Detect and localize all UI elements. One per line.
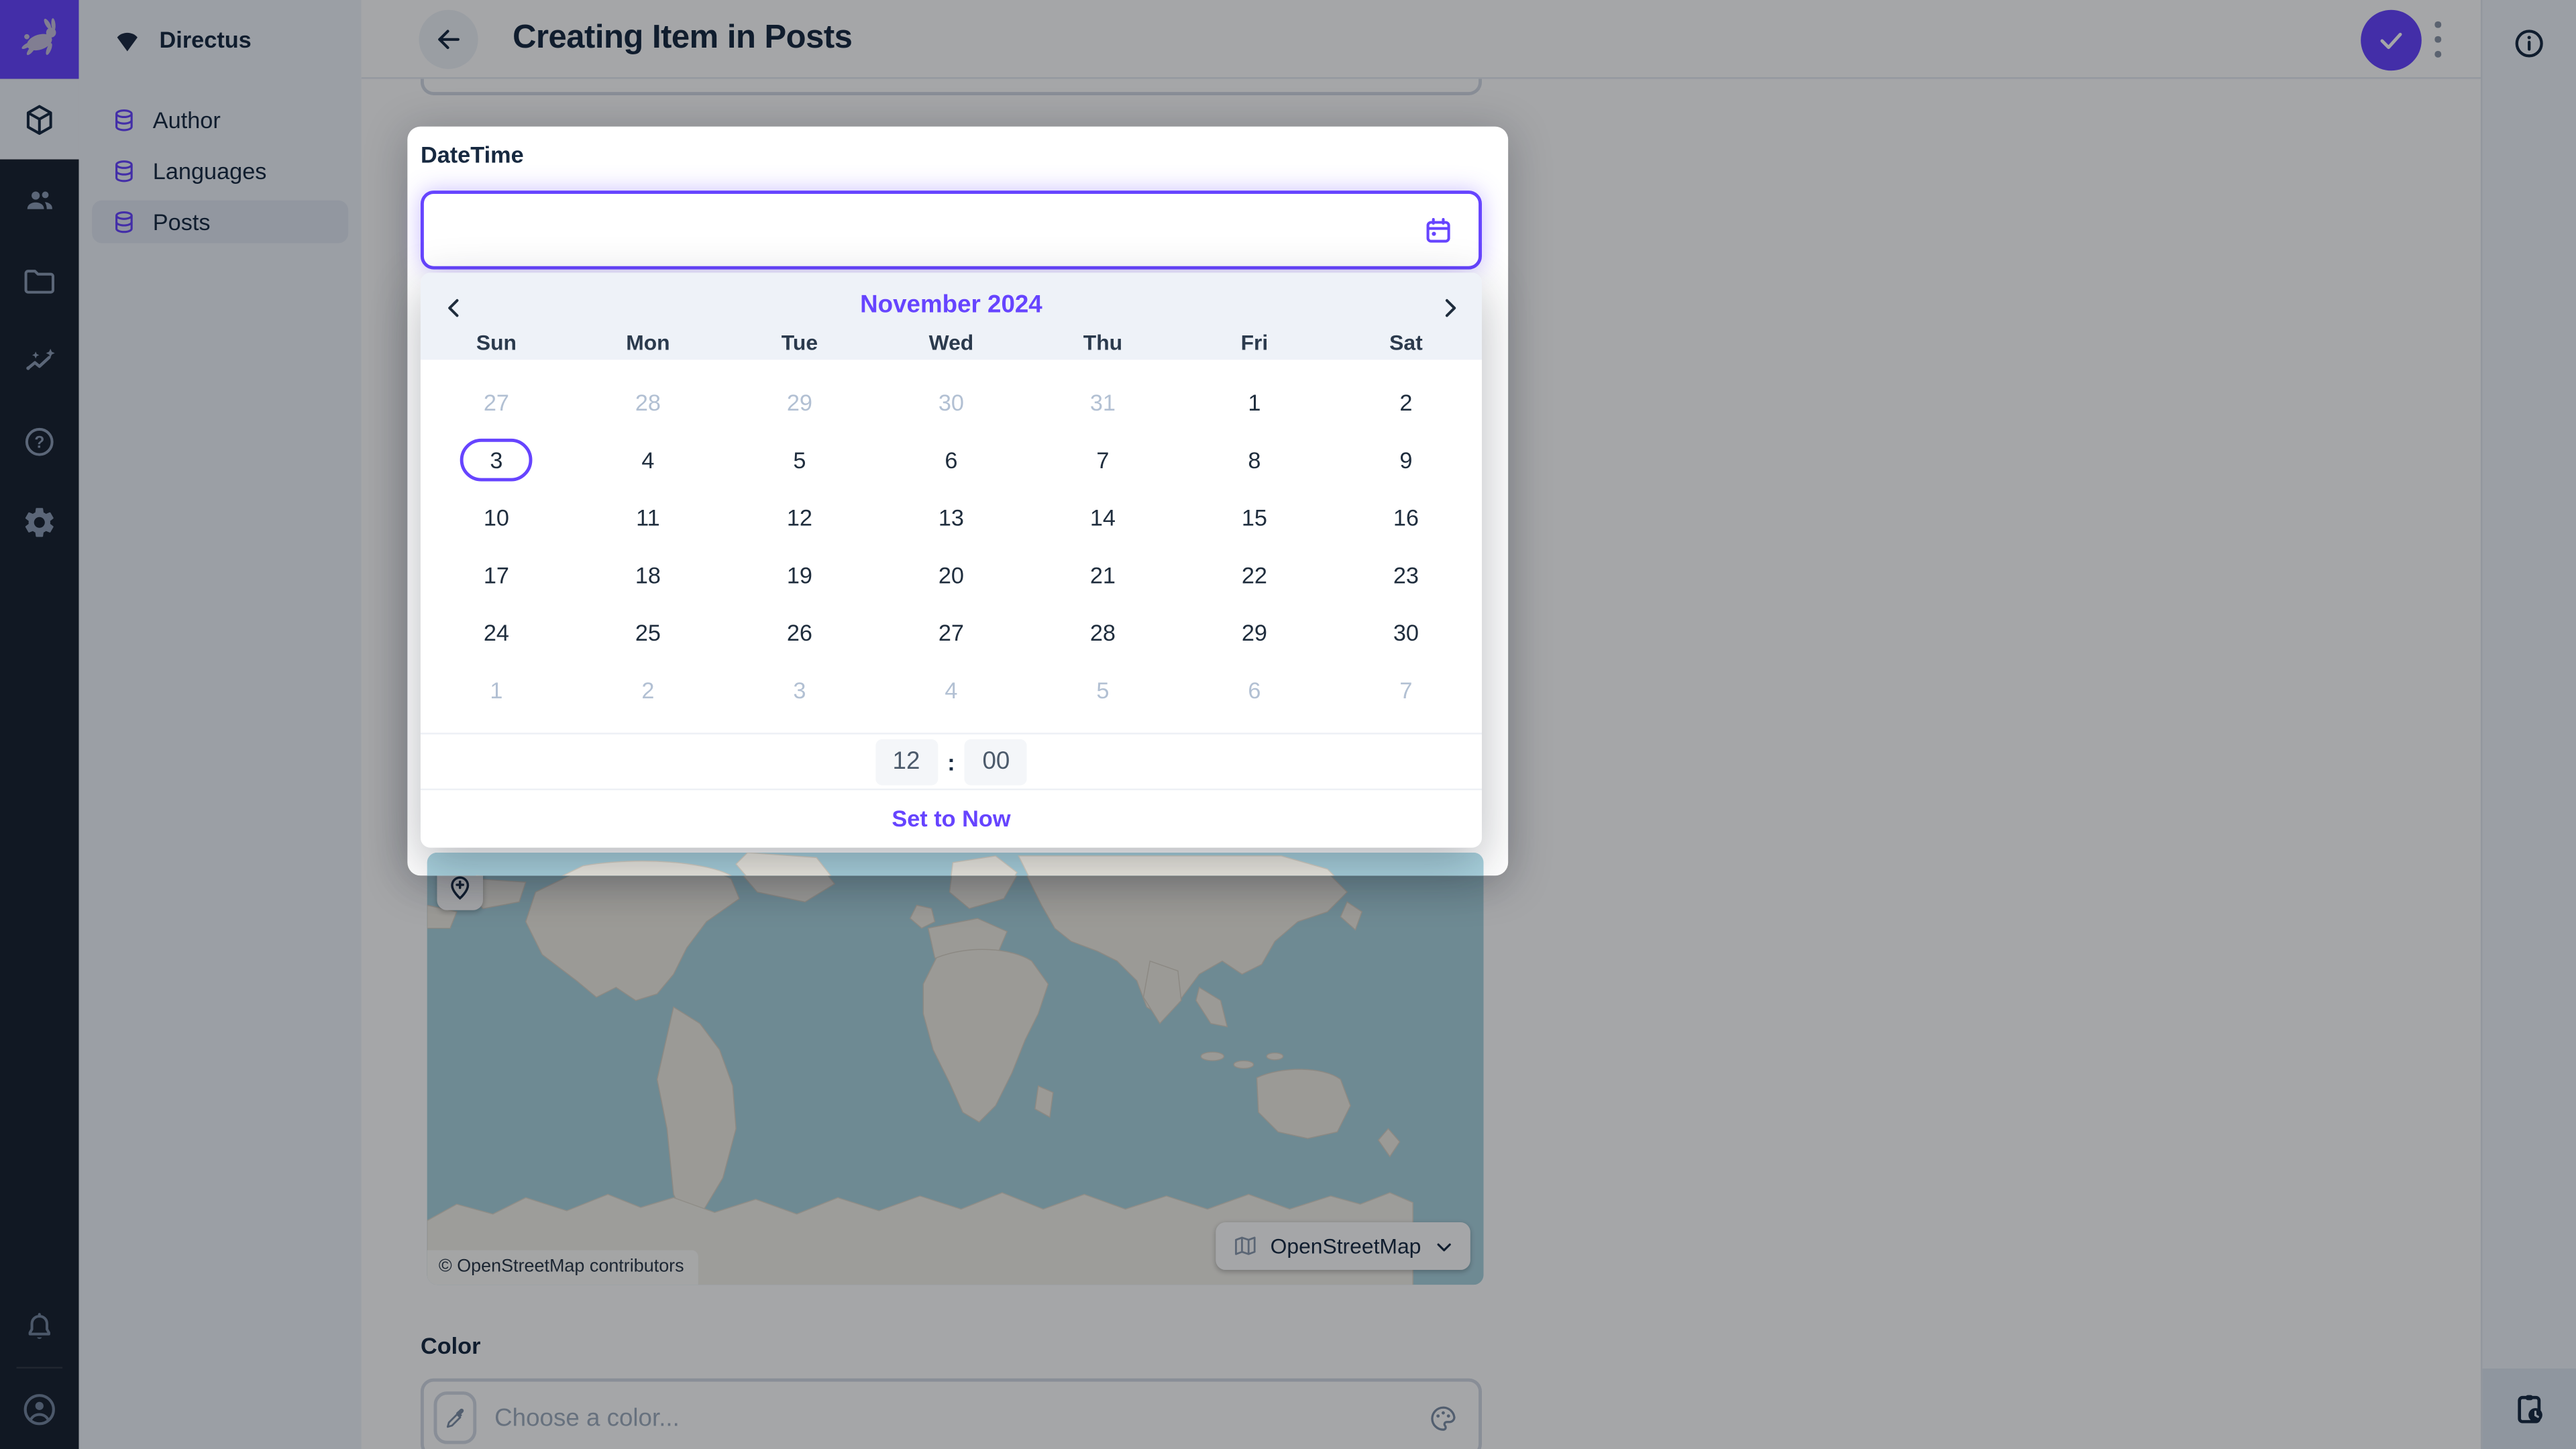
calendar-day[interactable]: 12 (724, 488, 875, 545)
calendar-day[interactable]: 13 (875, 488, 1027, 545)
calendar-day[interactable]: 1 (1179, 373, 1330, 431)
weekday-label: Mon (572, 330, 724, 355)
time-row: 12 : 00 (421, 735, 1482, 790)
calendar-day[interactable]: 30 (1330, 603, 1482, 661)
calendar-day[interactable]: 29 (1179, 603, 1330, 661)
next-month-button[interactable] (1430, 288, 1469, 327)
calendar-day[interactable]: 18 (572, 545, 724, 603)
month-row: November 2024 (421, 273, 1482, 325)
calendar-day[interactable]: 5 (1027, 660, 1179, 718)
minute-input[interactable]: 00 (965, 739, 1027, 785)
calendar-day[interactable]: 8 (1179, 431, 1330, 488)
calendar-day[interactable]: 1 (421, 660, 572, 718)
directus-app: ? (0, 0, 2576, 1449)
calendar-day[interactable]: 26 (724, 603, 875, 661)
calendar-day[interactable]: 2 (572, 660, 724, 718)
previous-month-button[interactable] (434, 288, 474, 327)
weekday-label: Thu (1027, 330, 1179, 355)
calendar-day[interactable]: 27 (421, 373, 572, 431)
calendar-day[interactable]: 6 (1179, 660, 1330, 718)
hour-input[interactable]: 12 (875, 739, 937, 785)
calendar-day[interactable]: 28 (1027, 603, 1179, 661)
selected-day-pill: 3 (460, 438, 533, 481)
calendar-day[interactable]: 28 (572, 373, 724, 431)
calendar-day[interactable]: 25 (572, 603, 724, 661)
calendar-header: November 2024 Sun Mon Tue Wed Thu Fri Sa… (421, 273, 1482, 360)
calendar-day[interactable]: 4 (875, 660, 1027, 718)
world-map (427, 853, 1484, 875)
calendar-day[interactable]: 10 (421, 488, 572, 545)
map-bright-strip (427, 853, 1484, 875)
calendar-day[interactable]: 6 (875, 431, 1027, 488)
datetime-input[interactable] (421, 191, 1482, 270)
weekday-label: Sun (421, 330, 572, 355)
calendar-day[interactable]: 11 (572, 488, 724, 545)
calendar-day[interactable]: 3 (421, 431, 572, 488)
calendar-day[interactable]: 29 (724, 373, 875, 431)
calendar-day[interactable]: 19 (724, 545, 875, 603)
calendar-day[interactable]: 7 (1330, 660, 1482, 718)
time-separator: : (947, 749, 955, 775)
screen: ? (0, 0, 2576, 1449)
datetime-field-label: DateTime (421, 142, 524, 168)
calendar-grid: 2728293031123456789101112131415161718192… (421, 360, 1482, 718)
weekday-label: Wed (875, 330, 1027, 355)
calendar-icon[interactable] (1423, 215, 1454, 246)
weekday-row: Sun Mon Tue Wed Thu Fri Sat (421, 325, 1482, 360)
calendar-day[interactable]: 9 (1330, 431, 1482, 488)
calendar-day[interactable]: 24 (421, 603, 572, 661)
set-to-now-button[interactable]: Set to Now (421, 790, 1482, 846)
calendar-day[interactable]: 17 (421, 545, 572, 603)
weekday-label: Sat (1330, 330, 1482, 355)
calendar-day[interactable]: 22 (1179, 545, 1330, 603)
calendar-day[interactable]: 4 (572, 431, 724, 488)
calendar-day[interactable]: 7 (1027, 431, 1179, 488)
calendar-day[interactable]: 2 (1330, 373, 1482, 431)
calendar-day[interactable]: 3 (724, 660, 875, 718)
calendar-day[interactable]: 21 (1027, 545, 1179, 603)
month-label: November 2024 (860, 290, 1042, 318)
calendar-day[interactable]: 23 (1330, 545, 1482, 603)
calendar-day[interactable]: 14 (1027, 488, 1179, 545)
calendar-day[interactable]: 16 (1330, 488, 1482, 545)
weekday-label: Fri (1179, 330, 1330, 355)
datetime-picker-popup: November 2024 Sun Mon Tue Wed Thu Fri Sa… (421, 273, 1482, 848)
calendar-day[interactable]: 30 (875, 373, 1027, 431)
calendar-day[interactable]: 31 (1027, 373, 1179, 431)
weekday-label: Tue (724, 330, 875, 355)
calendar-day[interactable]: 5 (724, 431, 875, 488)
calendar-day[interactable]: 27 (875, 603, 1027, 661)
calendar-day[interactable]: 15 (1179, 488, 1330, 545)
calendar-day[interactable]: 20 (875, 545, 1027, 603)
